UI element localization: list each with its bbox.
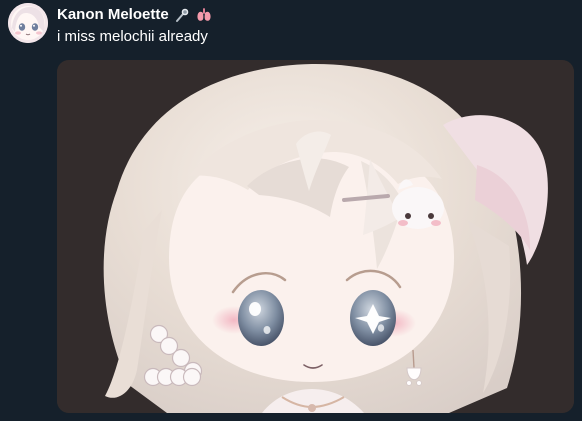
post-text: i miss melochii already — [57, 28, 208, 45]
post-header: Kanon Meloette — [57, 5, 213, 25]
tweet-post[interactable]: Kanon Meloette i miss melochii already — [0, 0, 582, 421]
microphone-emoji-icon — [173, 6, 191, 24]
lungs-emoji-icon — [195, 6, 213, 24]
post-media-image[interactable] — [57, 60, 574, 413]
author-display-name[interactable]: Kanon Meloette — [57, 5, 169, 25]
author-avatar[interactable] — [8, 3, 48, 43]
